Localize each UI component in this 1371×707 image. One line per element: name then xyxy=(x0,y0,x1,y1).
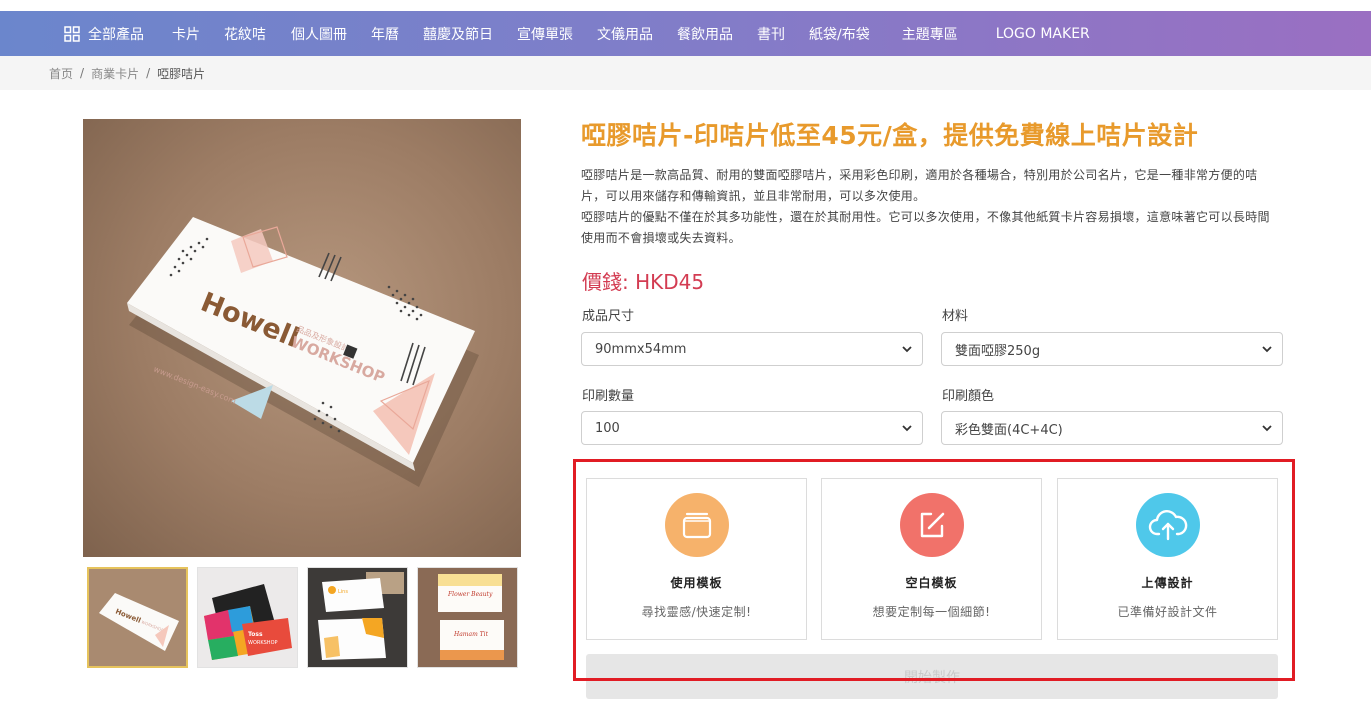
thumb-brand: Toss xyxy=(248,631,263,638)
product-title: 啞膠咭片-印咭片低至45元/盒，提供免費線上咭片設計 xyxy=(581,121,1199,150)
business-card-mockup: Howell WORKSHOP 品品及形象設計 www.design-easy.… xyxy=(127,217,479,487)
nav-item-label: 年曆 xyxy=(371,26,399,43)
nav-item-label: 書刊 xyxy=(757,26,785,43)
thumb-brand: Flower Beauty xyxy=(447,591,493,598)
color-label: 印刷顏色 xyxy=(942,389,995,404)
nav-item-flyers[interactable]: 宣傳單張 xyxy=(517,24,573,44)
top-strip xyxy=(0,0,1371,11)
thumb-sub: Hamam Tit xyxy=(453,631,489,638)
thumbnail-2[interactable]: Toss WORKSHOP xyxy=(197,567,298,668)
breadcrumb: 首页 / 商業卡片 / 啞膠咭片 xyxy=(0,56,1371,90)
color-value: 彩色雙面(4C+4C) xyxy=(955,422,1063,438)
price: 價錢: HKD45 xyxy=(582,266,704,295)
material-label: 材料 xyxy=(942,309,969,324)
breadcrumb-current: 啞膠咭片 xyxy=(157,66,206,81)
nav-item-all-products[interactable]: 全部產品 xyxy=(64,24,144,44)
nav-item-pattern-cards[interactable]: 花紋咭 xyxy=(224,24,266,44)
grid-icon xyxy=(64,25,80,42)
material-value: 雙面啞膠250g xyxy=(955,343,1041,359)
nav-item-photo-books[interactable]: 個人圖冊 xyxy=(291,24,347,44)
price-value: HKD45 xyxy=(635,270,705,294)
thumbnail-1[interactable]: Howell WORKSHOP xyxy=(87,567,188,668)
nav-item-label: 個人圖冊 xyxy=(291,26,347,43)
size-label: 成品尺寸 xyxy=(582,309,635,324)
highlight-box xyxy=(573,459,1295,681)
nav-item-festive[interactable]: 囍慶及節日 xyxy=(423,24,493,44)
size-value: 90mmx54mm xyxy=(595,341,687,357)
chevron-down-icon xyxy=(1262,425,1272,432)
nav-item-label: LOGO MAKER xyxy=(995,25,1090,42)
thumb-sub: WORKSHOP xyxy=(248,640,278,646)
chevron-down-icon xyxy=(902,346,912,353)
price-label: 價錢: xyxy=(582,270,636,294)
quantity-label: 印刷數量 xyxy=(582,389,635,404)
nav-item-publications[interactable]: 書刊 xyxy=(757,24,785,44)
chevron-down-icon xyxy=(902,425,912,432)
breadcrumb-separator: / xyxy=(80,66,85,80)
nav-item-label: 全部產品 xyxy=(88,26,144,43)
breadcrumb-category[interactable]: 商業卡片 xyxy=(91,65,139,82)
nav-item-label: 卡片 xyxy=(172,26,200,43)
size-select[interactable]: 90mmx54mm xyxy=(581,332,923,366)
description-paragraph: 啞膠咭片的優點不僅在於其多功能性，還在於其耐用性。它可以多次使用，不像其他紙質卡… xyxy=(581,210,1270,245)
nav-item-label: 宣傳單張 xyxy=(517,26,573,43)
nav-item-label: 文儀用品 xyxy=(597,26,653,43)
nav-item-label: 囍慶及節日 xyxy=(423,26,493,43)
quantity-select[interactable]: 100 xyxy=(581,411,923,445)
nav-item-label: 餐飲用品 xyxy=(677,26,733,43)
product-description: 啞膠咭片是一款高品質、耐用的雙面啞膠咭片，采用彩色印刷，適用於各種場合，特別用於… xyxy=(581,165,1281,249)
nav-item-themes[interactable]: 主題專區 xyxy=(902,24,958,44)
main-nav: 全部產品 卡片 花紋咭 個人圖冊 年曆 囍慶及節日 宣傳單張 文儀用品 餐飲用品… xyxy=(0,11,1371,56)
description-paragraph: 啞膠咭片是一款高品質、耐用的雙面啞膠咭片，采用彩色印刷，適用於各種場合，特別用於… xyxy=(581,168,1258,203)
chevron-down-icon xyxy=(1262,346,1272,353)
breadcrumb-separator: / xyxy=(146,66,151,80)
thumbnail-4[interactable]: Flower Beauty Hamam Tit xyxy=(417,567,518,668)
nav-item-label: 紙袋/布袋 xyxy=(809,26,870,43)
nav-item-logo-maker[interactable]: LOGO MAKER xyxy=(996,26,1090,42)
breadcrumb-home[interactable]: 首页 xyxy=(49,65,73,82)
nav-item-bags[interactable]: 紙袋/布袋 xyxy=(809,24,870,44)
nav-item-label: 花紋咭 xyxy=(224,26,266,43)
nav-item-label: 主題專區 xyxy=(901,26,958,43)
nav-item-stationery[interactable]: 文儀用品 xyxy=(597,24,653,44)
nav-item-calendars[interactable]: 年曆 xyxy=(371,24,399,44)
thumb-brand: Lins xyxy=(338,589,348,595)
quantity-value: 100 xyxy=(595,420,620,436)
nav-item-cards[interactable]: 卡片 xyxy=(172,24,200,44)
color-select[interactable]: 彩色雙面(4C+4C) xyxy=(941,411,1283,445)
nav-item-catering[interactable]: 餐飲用品 xyxy=(677,24,733,44)
main-product-image: Howell WORKSHOP 品品及形象設計 www.design-easy.… xyxy=(83,119,521,557)
material-select[interactable]: 雙面啞膠250g xyxy=(941,332,1283,366)
thumbnail-3[interactable]: Lins xyxy=(307,567,408,668)
